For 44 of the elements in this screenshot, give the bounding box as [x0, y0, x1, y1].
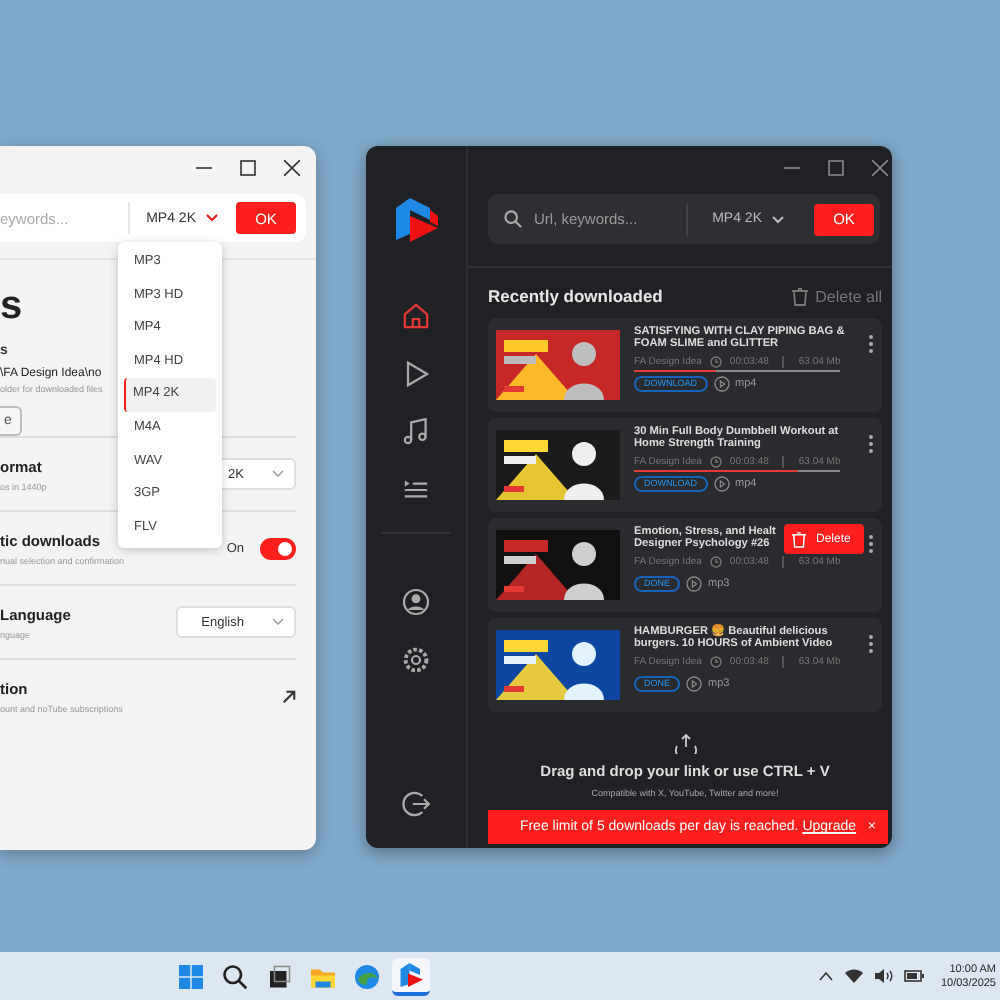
upload-icon [673, 730, 697, 754]
wifi-icon[interactable] [844, 968, 865, 984]
external-link-icon[interactable] [282, 689, 296, 703]
delete-all-button[interactable]: Delete all [791, 287, 882, 305]
clock-icon [709, 355, 722, 368]
task-view-icon [264, 961, 294, 991]
app-logo [390, 192, 442, 244]
chevron-icon [272, 470, 284, 478]
settings-icon[interactable] [400, 644, 432, 676]
section-title: Recently downloaded [488, 286, 663, 306]
play-circle-icon [713, 475, 730, 492]
browser-icon [352, 961, 382, 991]
clock-icon [709, 655, 722, 668]
more-options-icon[interactable] [868, 634, 874, 654]
maximize-icon[interactable] [240, 160, 256, 176]
home-icon[interactable] [400, 300, 432, 332]
close-icon[interactable] [872, 160, 888, 176]
maximize-icon[interactable] [828, 160, 844, 176]
music-note-icon[interactable] [400, 416, 432, 448]
battery-icon[interactable] [904, 970, 925, 982]
trash-icon [791, 287, 808, 305]
toggle-switch[interactable] [260, 537, 296, 559]
clock-icon [709, 555, 722, 568]
user-icon[interactable] [400, 586, 432, 618]
page-title: s [0, 284, 23, 328]
close-icon[interactable] [284, 160, 300, 176]
volume-icon[interactable] [874, 968, 895, 984]
chevron-up-icon[interactable] [818, 970, 835, 982]
more-options-icon[interactable] [868, 534, 874, 554]
play-circle-icon [686, 575, 703, 592]
start-icon [176, 961, 206, 991]
logout-icon[interactable] [400, 788, 432, 820]
play-circle-icon [713, 375, 730, 392]
chevron-icon [772, 215, 784, 223]
more-options-icon[interactable] [868, 434, 874, 454]
trash-icon [792, 531, 806, 547]
caret-icon [206, 214, 218, 222]
more-options-icon[interactable] [868, 334, 874, 354]
app-logo [396, 959, 426, 989]
chevron-icon [272, 618, 284, 626]
clock-icon [709, 455, 722, 468]
search-icon [504, 210, 522, 228]
search-icon [220, 961, 250, 991]
play-circle-icon [686, 675, 703, 692]
